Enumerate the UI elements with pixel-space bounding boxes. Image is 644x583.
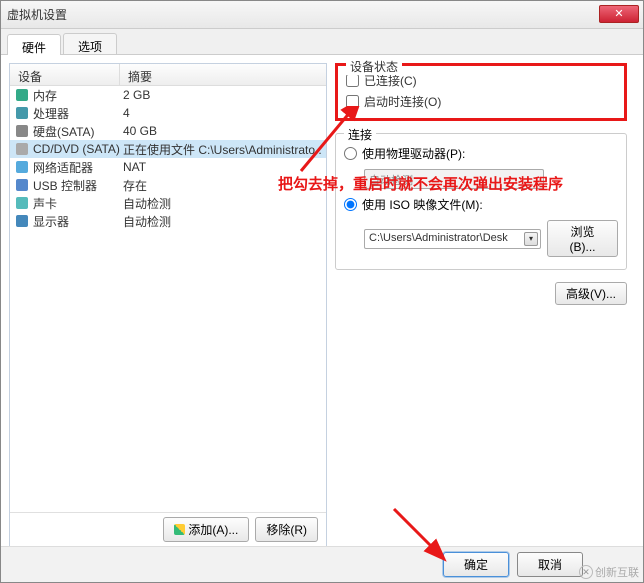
radio-physical-label: 使用物理驱动器(P): (362, 145, 465, 162)
cancel-button[interactable]: 取消 (517, 552, 583, 577)
ok-button[interactable]: 确定 (443, 552, 509, 577)
advanced-button[interactable]: 高级(V)... (555, 282, 627, 305)
list-item[interactable]: CD/DVD (SATA)正在使用文件 C:\Users\Administrat… (10, 140, 326, 158)
chevron-down-icon[interactable]: ▾ (524, 232, 538, 246)
group-title: 设备状态 (346, 58, 402, 75)
cd-icon (14, 142, 30, 156)
checkbox-connect-at-power-row: 启动时连接(O) (346, 91, 616, 112)
advanced-row: 高级(V)... (335, 282, 627, 305)
shield-icon (174, 524, 185, 535)
radio-iso[interactable] (344, 198, 357, 211)
device-list-panel: 设备 摘要 内存2 GB 处理器4 硬盘(SATA)40 GB CD/DVD (… (9, 63, 327, 547)
iso-path-row: C:\Users\Administrator\Desk ▾ 浏览(B)... (344, 216, 618, 261)
tab-options[interactable]: 选项 (63, 33, 117, 54)
bottom-bar: 确定 取消 (1, 546, 643, 582)
watermark-icon: ✕ (579, 565, 593, 579)
list-item[interactable]: 处理器4 (10, 104, 326, 122)
radio-physical-row: 使用物理驱动器(P): (344, 142, 618, 165)
watermark: ✕ 创新互联 (579, 564, 639, 580)
network-icon (14, 160, 30, 174)
sound-icon (14, 196, 30, 210)
titlebar: 虚拟机设置 ✕ (1, 1, 643, 29)
list-item[interactable]: 显示器自动检测 (10, 212, 326, 230)
cpu-icon (14, 106, 30, 120)
tab-strip: 硬件 选项 (1, 29, 643, 55)
display-icon (14, 214, 30, 228)
col-summary: 摘要 (120, 64, 326, 85)
memory-icon (14, 88, 30, 102)
radio-iso-label: 使用 ISO 映像文件(M): (362, 196, 483, 213)
annotation-text: 把勾去掉，重启时就不会再次弹出安装程序 (278, 173, 563, 194)
list-item[interactable]: 硬盘(SATA)40 GB (10, 122, 326, 140)
device-list: 内存2 GB 处理器4 硬盘(SATA)40 GB CD/DVD (SATA)正… (10, 86, 326, 512)
hdd-icon (14, 124, 30, 138)
arrow-icon (389, 504, 449, 564)
browse-button[interactable]: 浏览(B)... (547, 220, 618, 257)
window-title: 虚拟机设置 (7, 6, 67, 23)
close-button[interactable]: ✕ (599, 5, 639, 23)
list-item[interactable]: 声卡自动检测 (10, 194, 326, 212)
connection-group: 连接 使用物理驱动器(P): 自动检测 使用 ISO 映像文件(M): C:\U… (335, 133, 627, 270)
add-button[interactable]: 添加(A)... (163, 517, 249, 542)
list-footer: 添加(A)... 移除(R) (10, 512, 326, 546)
remove-button[interactable]: 移除(R) (255, 517, 318, 542)
arrow-icon (296, 106, 376, 176)
list-header: 设备 摘要 (10, 64, 326, 86)
col-device: 设备 (10, 64, 120, 85)
watermark-text: 创新互联 (595, 564, 639, 580)
iso-path-select[interactable]: C:\Users\Administrator\Desk ▾ (364, 229, 541, 249)
list-item[interactable]: 内存2 GB (10, 86, 326, 104)
usb-icon (14, 178, 30, 192)
radio-iso-row: 使用 ISO 映像文件(M): (344, 193, 618, 216)
device-status-group: 设备状态 已连接(C) 启动时连接(O) (335, 63, 627, 121)
settings-window: 虚拟机设置 ✕ 硬件 选项 设备 摘要 内存2 GB 处理器4 硬盘(SATA)… (0, 0, 644, 583)
tab-hardware[interactable]: 硬件 (7, 34, 61, 55)
checkbox-connected[interactable] (346, 74, 359, 87)
